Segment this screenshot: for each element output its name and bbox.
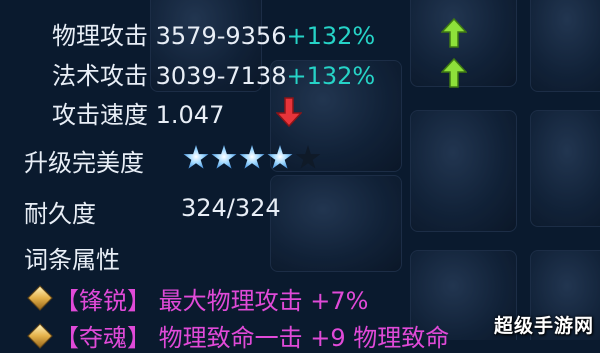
- stat-label: 攻击速度: [52, 101, 148, 129]
- durability-value: 324/324: [181, 194, 281, 222]
- arrow-up-icon: [441, 58, 467, 88]
- stat-value: 3579-9356: [155, 22, 287, 50]
- arrow-down-icon: [276, 97, 302, 127]
- upgrade-perfection-label: 升级完美度: [24, 149, 144, 177]
- stat-row-physical-attack: 物理攻击 3579-9356+132%: [52, 16, 375, 51]
- stat-label: 物理攻击: [52, 22, 148, 50]
- diamond-bullet-icon: [27, 323, 53, 349]
- star-icon: [267, 145, 293, 169]
- stat-row-magic-attack: 法术攻击 3039-7138+132%: [52, 56, 375, 91]
- stat-row-attack-speed: 攻击速度 1.047: [52, 95, 224, 130]
- item-tooltip-panel: 物理攻击 3579-9356+132% 法术攻击 3039-7138+132% …: [0, 0, 600, 352]
- durability-label: 耐久度: [24, 200, 96, 228]
- diamond-bullet-icon: [27, 285, 53, 311]
- star-icon: [211, 145, 237, 169]
- stat-value: 1.047: [155, 101, 225, 129]
- upgrade-star-rating: [183, 145, 323, 175]
- star-icon: [183, 145, 209, 169]
- site-watermark: 超级手游网: [493, 315, 594, 337]
- stat-bonus: +132%: [286, 22, 376, 50]
- star-icon: [239, 145, 265, 169]
- affix-section-title: 词条属性: [24, 246, 120, 274]
- stat-value: 3039-7138: [155, 62, 287, 90]
- stat-bonus: +132%: [286, 62, 376, 90]
- affix-line: 【锋锐】 最大物理攻击 +7%: [55, 287, 369, 315]
- star-empty-icon: [295, 145, 321, 169]
- affix-line: 【夺魂】 物理致命一击 +9 物理致命: [55, 324, 450, 352]
- stat-label: 法术攻击: [52, 62, 148, 90]
- arrow-up-icon: [441, 18, 467, 48]
